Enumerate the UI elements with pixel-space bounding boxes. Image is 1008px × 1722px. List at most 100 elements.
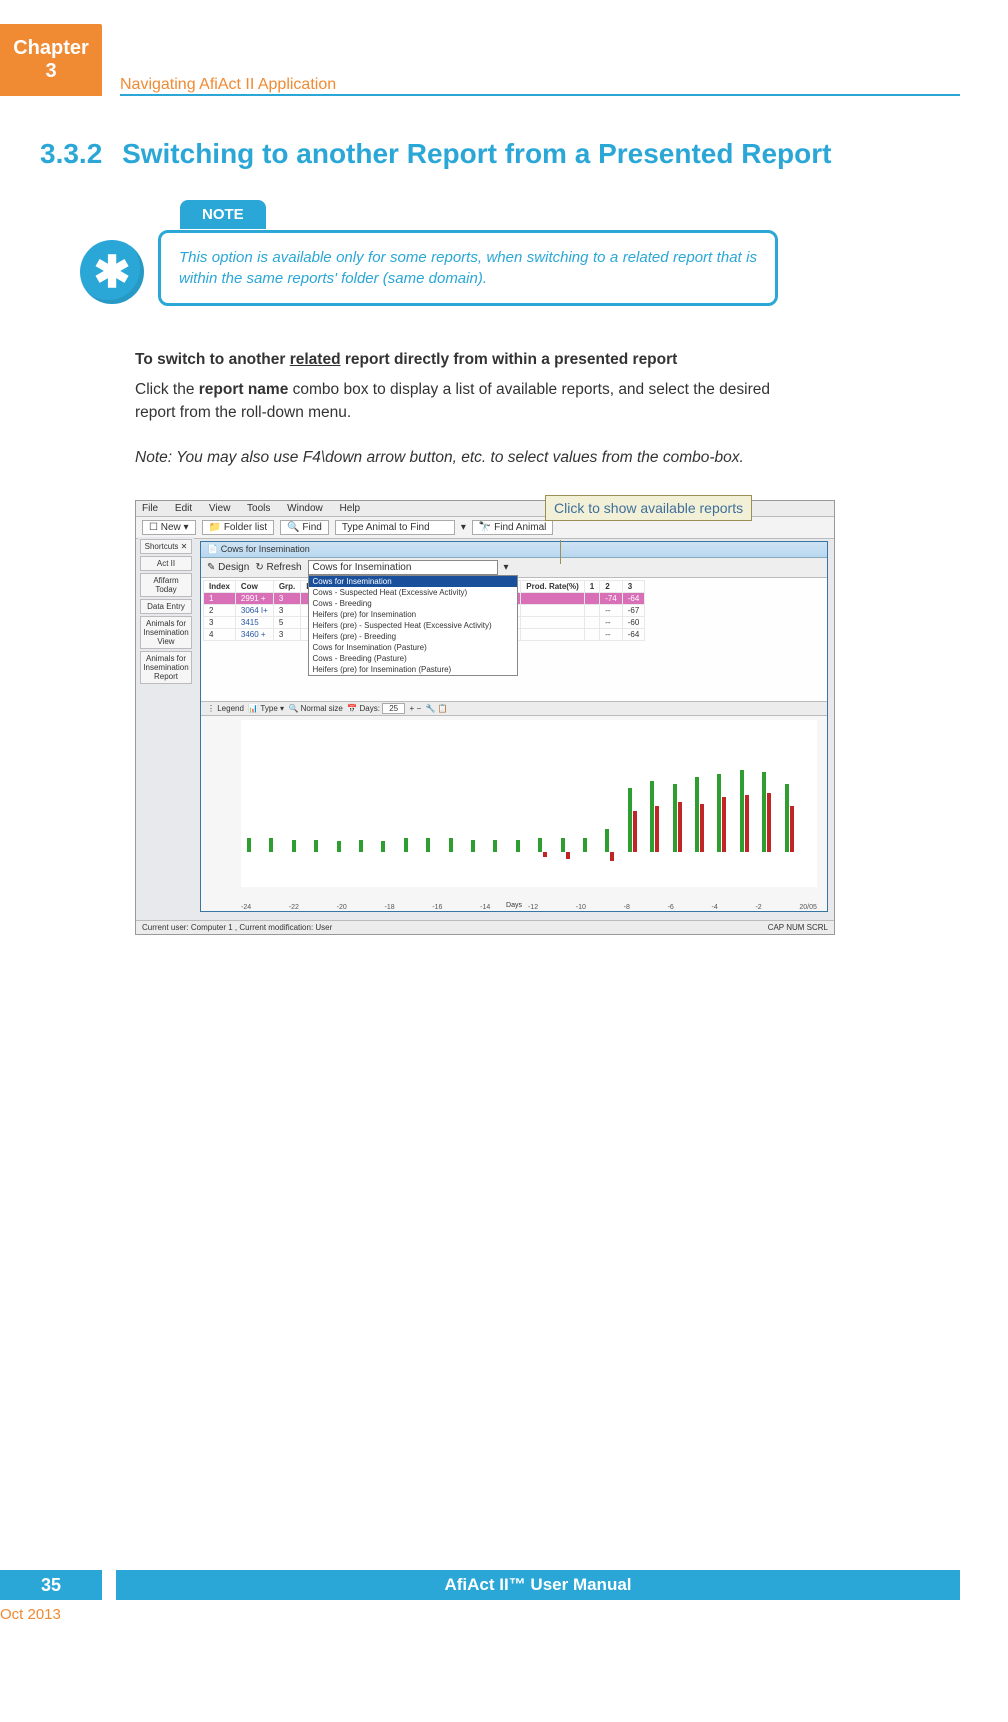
chart-toolbar: ⋮ Legend 📊 Type ▾ 🔍 Normal size 📅 Days: … — [201, 702, 827, 716]
breadcrumb: Navigating AfiAct II Application — [120, 76, 336, 93]
dropdown-icon[interactable]: ▾ — [461, 522, 466, 533]
dropdown-item[interactable]: Cows for Insemination — [309, 576, 517, 587]
chart-bar — [678, 802, 682, 852]
chart-bar — [633, 811, 637, 852]
chart-bar — [583, 838, 587, 852]
chart-bar — [426, 838, 430, 852]
chart-bar — [650, 781, 654, 852]
report-dropdown-list[interactable]: Cows for Insemination Cows - Suspected H… — [308, 575, 518, 676]
chart-bar — [655, 806, 659, 852]
inner-window: 📄 Cows for Insemination ✎ Design ↻ Refre… — [200, 541, 828, 912]
chart-bar — [610, 852, 614, 861]
note-label: NOTE — [180, 200, 266, 229]
dropdown-item[interactable]: Cows for Insemination (Pasture) — [309, 642, 517, 653]
chapter-number: 3 — [0, 60, 102, 83]
dropdown-item[interactable]: Heifers (pre) for Insemination (Pasture) — [309, 664, 517, 675]
page-number: 35 — [0, 1570, 102, 1600]
menu-tools[interactable]: Tools — [247, 503, 270, 514]
chart-bar — [605, 829, 609, 852]
app-screenshot: File Edit View Tools Window Help ☐ New ▾… — [135, 500, 835, 935]
new-button[interactable]: ☐ New ▾ — [142, 520, 196, 535]
dropdown-item[interactable]: Heifers (pre) for Insemination — [309, 609, 517, 620]
col-3: 3 — [622, 581, 645, 593]
find-animal-button[interactable]: 🔭 Find Animal — [472, 520, 553, 535]
app-sidebar: Shortcuts ✕ Act II Afifarm Today Data En… — [138, 537, 194, 916]
chapter-word: Chapter — [0, 37, 102, 60]
chart-bar — [247, 838, 251, 852]
chart-bar — [543, 852, 547, 857]
design-button[interactable]: ✎ Design — [207, 562, 249, 573]
section-title: Switching to another Report from a Prese… — [122, 138, 831, 169]
chart-bar — [745, 795, 749, 852]
refresh-button[interactable]: ↻ Refresh — [255, 562, 301, 573]
chart-bar — [695, 777, 699, 852]
dropdown-item[interactable]: Cows - Suspected Heat (Excessive Activit… — [309, 587, 517, 598]
note-text: This option is available only for some r… — [158, 230, 778, 306]
dropdown-item[interactable]: Heifers (pre) - Suspected Heat (Excessiv… — [309, 620, 517, 631]
note-area: ✱ NOTE This option is available only for… — [80, 200, 778, 306]
chart-bar — [700, 804, 704, 852]
instruction-heading: To switch to another related report dire… — [135, 348, 808, 371]
days-input[interactable]: 25 — [382, 703, 405, 714]
chart-bar — [561, 838, 565, 852]
dropdown-item[interactable]: Heifers (pre) - Breeding — [309, 631, 517, 642]
chart-bar — [722, 797, 726, 852]
chart-bar — [762, 772, 766, 852]
sidebar-item-insemination-report[interactable]: Animals for Insemination Report — [140, 651, 192, 684]
col-rate: Prod. Rate(%) — [521, 581, 584, 593]
chart-bar — [493, 840, 497, 853]
menu-window[interactable]: Window — [287, 503, 323, 514]
sidebar-item-data-entry[interactable]: Data Entry — [140, 599, 192, 614]
chapter-tab: Chapter 3 — [0, 24, 102, 96]
chart-bar — [337, 841, 341, 852]
status-bar: Current user: Computer 1 , Current modif… — [136, 920, 834, 934]
folder-list-button[interactable]: 📁 Folder list — [202, 520, 275, 535]
chart-plot — [241, 720, 817, 887]
menu-view[interactable]: View — [209, 503, 231, 514]
sidebar-item-insemination-view[interactable]: Animals for Insemination View — [140, 616, 192, 649]
chart-bar — [628, 788, 632, 852]
chart-bar — [269, 838, 273, 852]
chart-bar — [404, 838, 408, 852]
chart-bar — [717, 774, 721, 852]
chart-bar — [538, 838, 542, 852]
menu-file[interactable]: File — [142, 503, 158, 514]
chart-bar — [566, 852, 570, 859]
chart-bar — [673, 784, 677, 853]
chart-area: ⋮ Legend 📊 Type ▾ 🔍 Normal size 📅 Days: … — [201, 701, 827, 911]
chart-bar — [314, 840, 318, 853]
dropdown-item[interactable]: Cows - Breeding (Pasture) — [309, 653, 517, 664]
report-name-combo[interactable]: Cows for Insemination Cows for Inseminat… — [308, 560, 498, 575]
chart-bar — [381, 841, 385, 852]
status-left: Current user: Computer 1 , Current modif… — [142, 923, 332, 932]
menu-help[interactable]: Help — [340, 503, 361, 514]
menu-edit[interactable]: Edit — [175, 503, 192, 514]
sidebar-item-afifarm-today[interactable]: Afifarm Today — [140, 573, 192, 597]
actii-header: Act II — [140, 556, 192, 571]
col-2: 2 — [600, 581, 623, 593]
instruction-note: Note: You may also use F4\down arrow but… — [135, 446, 808, 469]
dropdown-item[interactable]: Cows - Breeding — [309, 598, 517, 609]
asterisk-icon: ✱ — [80, 240, 144, 304]
chart-bar — [292, 840, 296, 853]
col-1: 1 — [584, 581, 599, 593]
chart-bar — [740, 770, 744, 852]
instruction-body: Click the report name combo box to displ… — [135, 378, 808, 425]
chart-xlabel: Days — [201, 902, 827, 909]
chart-bar — [359, 840, 363, 853]
shortcuts-header: Shortcuts ✕ — [140, 539, 192, 554]
col-index: Index — [204, 581, 236, 593]
chart-bar — [785, 784, 789, 853]
footer-title: AfiAct II™ User Manual — [116, 1570, 960, 1600]
breadcrumb-bar: Navigating AfiAct II Application — [120, 76, 960, 96]
status-right: CAP NUM SCRL — [768, 923, 828, 932]
callout-arrow — [560, 540, 561, 564]
chart-bar — [516, 840, 520, 853]
inner-toolbar: ✎ Design ↻ Refresh Cows for Insemination… — [201, 558, 827, 578]
find-button[interactable]: 🔍 Find — [280, 520, 329, 535]
callout-bubble: Click to show available reports — [545, 495, 752, 521]
section-number: 3.3.2 — [40, 138, 102, 170]
section-heading: 3.3.2 Switching to another Report from a… — [40, 138, 960, 170]
type-animal-input[interactable]: Type Animal to Find — [335, 520, 455, 535]
combo-arrow-icon[interactable]: ▾ — [504, 562, 509, 573]
